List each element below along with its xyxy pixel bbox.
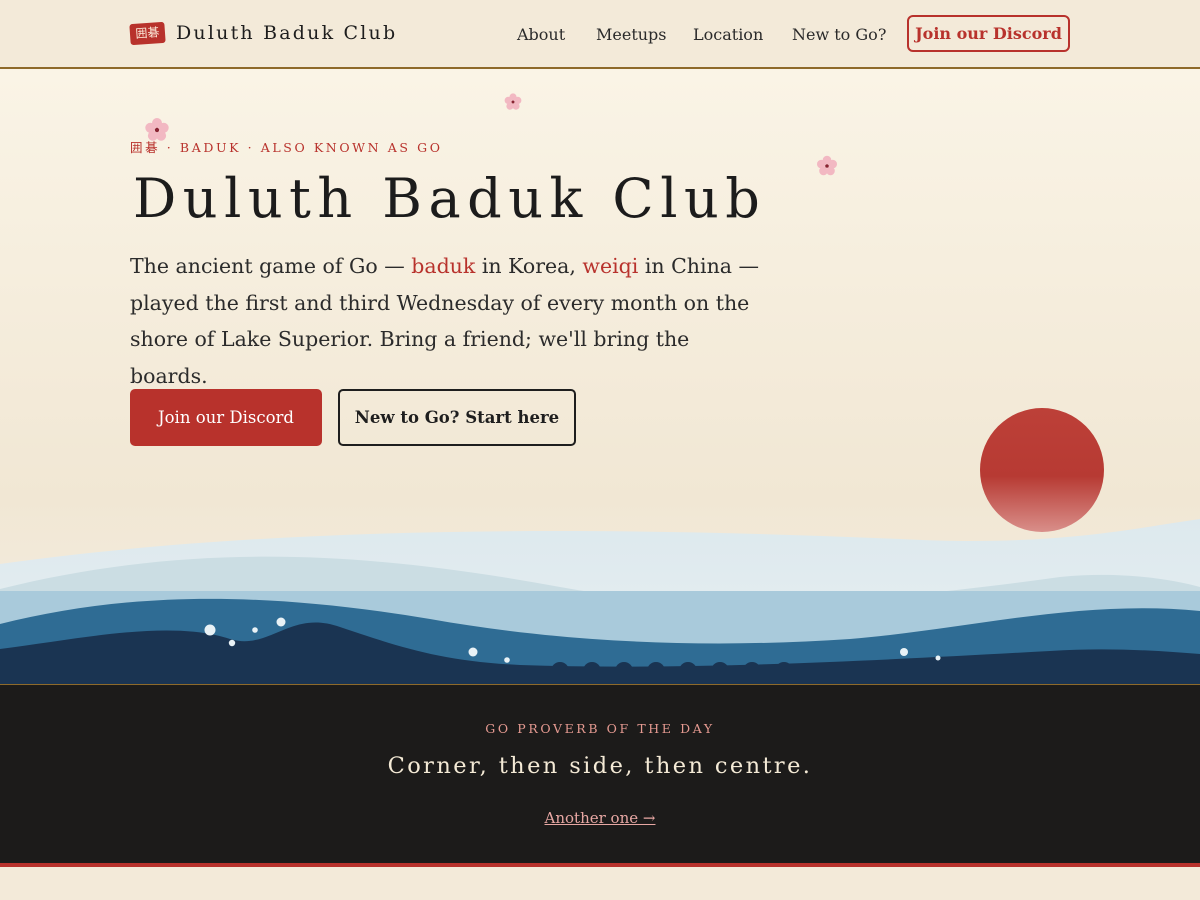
hero-eyebrow: 囲碁 · BADUK · ALSO KNOWN AS GO: [130, 140, 443, 155]
cherry-blossom-icon: [504, 93, 522, 110]
hero-new-to-go-button[interactable]: New to Go? Start here: [338, 389, 576, 446]
ocean-waves: [0, 519, 1200, 684]
another-proverb-link[interactable]: Another one →: [0, 809, 1200, 827]
hero-lead-paragraph: The ancient game of Go — baduk in Korea,…: [130, 248, 760, 394]
proverb-of-the-day: GO PROVERB OF THE DAY Corner, then side,…: [0, 684, 1200, 867]
proverb-label: GO PROVERB OF THE DAY: [485, 721, 715, 736]
hero-title: Duluth Baduk Club: [133, 167, 767, 230]
lead-text: in Korea,: [475, 254, 583, 278]
hero-join-discord-button[interactable]: Join our Discord: [130, 389, 322, 446]
hero-section: 囲碁 · BADUK · ALSO KNOWN AS GO Duluth Bad…: [0, 69, 1200, 684]
nav-meetups-link[interactable]: Meetups: [596, 25, 667, 44]
cherry-blossom-icon: [817, 155, 837, 176]
term-weiqi: weiqi: [582, 254, 639, 278]
nav-about-link[interactable]: About: [517, 25, 565, 44]
logo-seal-icon[interactable]: 囲碁: [129, 21, 166, 46]
site-logo-text[interactable]: Duluth Baduk Club: [176, 22, 397, 44]
nav-location-link[interactable]: Location: [693, 25, 763, 44]
proverb-text: Corner, then side, then centre.: [387, 753, 813, 779]
nav-join-discord-button[interactable]: Join our Discord: [907, 15, 1070, 52]
site-header: 囲碁 Duluth Baduk Club About Meetups Locat…: [0, 0, 1200, 69]
nav-new-to-go-link[interactable]: New to Go?: [792, 25, 886, 44]
term-baduk: baduk: [411, 254, 476, 278]
lead-text: The ancient game of Go —: [130, 254, 412, 278]
